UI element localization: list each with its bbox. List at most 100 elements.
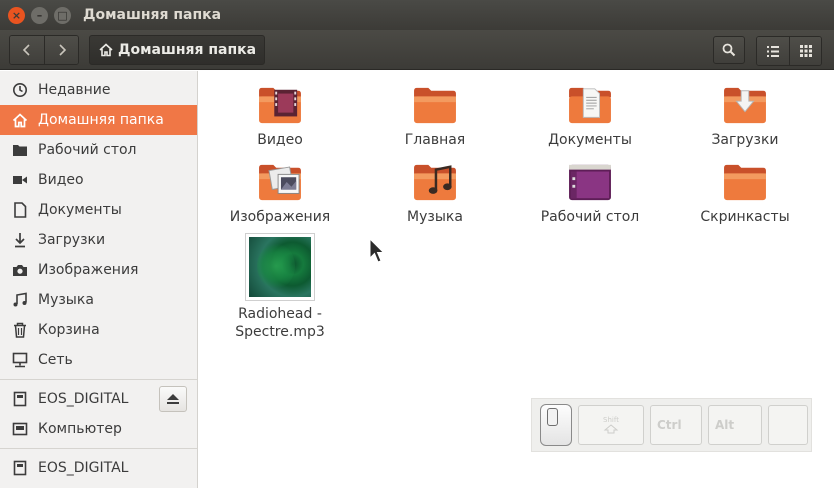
sidebar-item-trash[interactable]: Корзина <box>0 315 197 345</box>
ctrl-key-label: Ctrl <box>657 418 682 432</box>
folder-icon <box>414 87 456 124</box>
sidebar-item-label: Компьютер <box>38 421 122 437</box>
sidebar-item-documents[interactable]: Документы <box>0 195 197 225</box>
sidebar-item-label: Недавние <box>38 82 111 98</box>
pictures-folder-icon <box>259 164 301 201</box>
eject-icon <box>167 394 179 404</box>
sidebar-item-video[interactable]: Видео <box>0 165 197 195</box>
file-item-video[interactable]: Видео <box>205 85 355 149</box>
file-item-music[interactable]: Музыка <box>360 162 510 226</box>
folder-icon <box>724 164 766 201</box>
sidebar-item-label: EOS_DIGITAL <box>38 391 129 407</box>
chevron-right-icon <box>58 43 66 56</box>
music-folder-icon <box>414 164 456 201</box>
sidebar-item-label: Документы <box>38 202 122 218</box>
desktop-folder-icon <box>569 164 611 201</box>
sidebar-item-label: Домашняя папка <box>38 112 164 128</box>
sidebar: Недавние Домашняя папка Рабочий стол Вид… <box>0 71 198 488</box>
file-item-label: Видео <box>257 132 303 148</box>
chevron-left-icon <box>22 43 30 56</box>
file-item-label-line1: Radiohead - <box>238 306 322 322</box>
alt-key-label: Alt <box>715 418 735 432</box>
file-item-label-line2: Spectre.mp3 <box>235 324 325 340</box>
grid-view-icon <box>799 45 812 57</box>
sidebar-item-desktop[interactable]: Рабочий стол <box>0 135 197 165</box>
toolbar: Домашняя папка <box>0 30 834 70</box>
drive-icon <box>10 459 30 477</box>
search-button[interactable] <box>713 36 745 64</box>
sidebar-divider <box>0 379 197 380</box>
list-view-icon <box>767 45 779 57</box>
sidebar-item-label: Сеть <box>38 352 73 368</box>
ctrl-key: Ctrl <box>650 405 702 445</box>
file-item-label: Документы <box>548 132 632 148</box>
alt-key: Alt <box>708 405 762 445</box>
video-folder-icon <box>259 87 301 124</box>
sidebar-divider <box>0 448 197 449</box>
file-item-label: Скринкасты <box>700 209 790 225</box>
downloads-folder-icon <box>724 87 766 124</box>
file-item-screencasts[interactable]: Скринкасты <box>670 162 820 226</box>
sidebar-item-computer[interactable]: Компьютер <box>0 414 197 444</box>
computer-icon <box>10 420 30 438</box>
trash-icon <box>10 321 30 339</box>
mouse-pointer-icon <box>369 238 385 263</box>
minimize-window-button[interactable]: – <box>31 6 48 24</box>
file-item-pictures[interactable]: Изображения <box>205 162 355 226</box>
sidebar-item-label: Рабочий стол <box>38 142 137 158</box>
sidebar-item-downloads[interactable]: Загрузки <box>0 225 197 255</box>
grid-view-button[interactable] <box>789 37 821 65</box>
album-art-thumbnail <box>245 233 315 301</box>
file-item-radiohead-spectre[interactable]: Radiohead - Spectre.mp3 <box>205 233 355 341</box>
path-bar-home-button[interactable]: Домашняя папка <box>89 34 266 65</box>
window-title: Домашняя папка <box>83 7 222 23</box>
sidebar-item-music[interactable]: Музыка <box>0 285 197 315</box>
shift-arrow-icon <box>603 424 619 434</box>
file-item-desktop[interactable]: Рабочий стол <box>515 162 665 226</box>
network-icon <box>10 351 30 369</box>
file-item-label: Рабочий стол <box>540 209 640 225</box>
document-icon <box>10 201 30 219</box>
back-button[interactable] <box>10 35 44 64</box>
nav-buttons <box>9 34 79 65</box>
sidebar-item-eos-digital[interactable]: EOS_DIGITAL <box>0 384 197 414</box>
sidebar-item-network[interactable]: Сеть <box>0 345 197 375</box>
file-item-downloads[interactable]: Загрузки <box>670 85 820 149</box>
title-bar: × – □ Домашняя папка <box>0 0 834 30</box>
view-mode-toggle <box>756 36 822 66</box>
camera-icon <box>10 261 30 279</box>
shift-key: Shift <box>578 405 644 445</box>
list-view-button[interactable] <box>757 37 789 65</box>
sidebar-item-label: Видео <box>38 172 84 188</box>
clock-icon <box>10 81 30 99</box>
sidebar-item-label: Корзина <box>38 322 100 338</box>
folder-icon <box>10 141 30 159</box>
file-item-label: Музыка <box>407 209 463 225</box>
file-item-home[interactable]: Главная <box>360 85 510 149</box>
eject-button[interactable] <box>159 386 187 412</box>
file-item-label: Изображения <box>229 209 331 225</box>
drive-icon <box>10 390 30 408</box>
sidebar-item-home[interactable]: Домашняя папка <box>0 105 197 135</box>
file-item-label: Загрузки <box>711 132 779 148</box>
sidebar-item-label: EOS_DIGITAL <box>38 460 129 476</box>
sidebar-item-label: Музыка <box>38 292 94 308</box>
home-icon <box>10 111 30 129</box>
file-item-documents[interactable]: Документы <box>515 85 665 149</box>
download-icon <box>10 231 30 249</box>
shift-key-label: Shift <box>603 416 619 424</box>
forward-button[interactable] <box>44 35 78 64</box>
maximize-window-button[interactable]: □ <box>54 6 71 24</box>
close-window-button[interactable]: × <box>8 6 25 24</box>
file-item-label: Главная <box>404 132 466 148</box>
sidebar-item-recent[interactable]: Недавние <box>0 75 197 105</box>
video-icon <box>10 171 30 189</box>
sidebar-item-label: Изображения <box>38 262 139 278</box>
home-icon <box>99 42 113 56</box>
mouse-icon <box>540 404 572 446</box>
sidebar-item-eos-digital-network[interactable]: EOS_DIGITAL <box>0 453 197 483</box>
path-bar-label: Домашняя папка <box>118 41 257 58</box>
search-icon <box>722 43 736 57</box>
sidebar-item-pictures[interactable]: Изображения <box>0 255 197 285</box>
key-overlay: Shift Ctrl Alt <box>531 398 812 452</box>
